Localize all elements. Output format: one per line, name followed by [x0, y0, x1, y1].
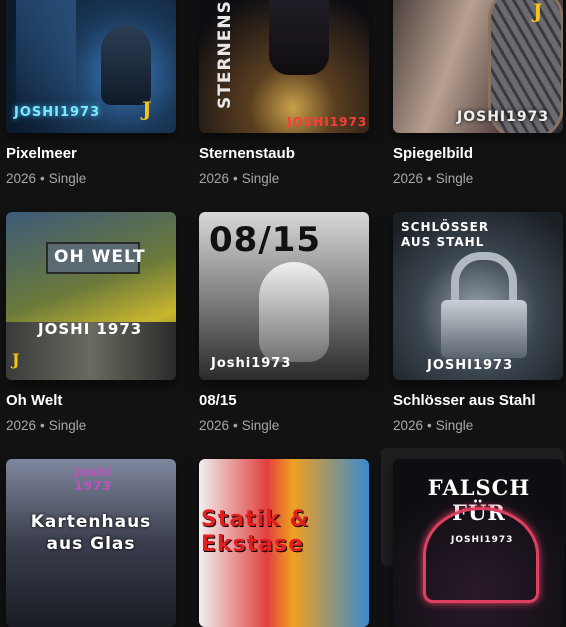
cover-art[interactable]: 08/15 Joshi1973	[199, 212, 369, 380]
meta-separator: •	[427, 418, 432, 433]
release-card-pixelmeer[interactable]: JOSHI1973 J Pixelmeer 2026 • Single	[0, 0, 183, 200]
release-type: Single	[48, 418, 87, 433]
release-title[interactable]: Oh Welt	[6, 392, 62, 409]
release-meta: 2026 • Single	[6, 418, 86, 433]
release-meta: 2026 • Single	[393, 418, 473, 433]
release-card-08-15[interactable]: 08/15 Joshi1973 08/15 2026 • Single	[193, 212, 376, 442]
cover-art[interactable]: Statik & Ekstase	[199, 459, 369, 627]
cover-artist-text: JOSHI1973	[427, 358, 514, 373]
release-card-falsch-fuer[interactable]: FALSCH FÜR JOSHI1973	[381, 448, 564, 627]
release-meta: 2026 • Single	[6, 171, 86, 186]
cover-art[interactable]: Joshi 1973 Kartenhaus aus Glas	[6, 459, 176, 627]
cover-art[interactable]: JOSHI1973 J	[6, 0, 176, 133]
meta-separator: •	[40, 418, 45, 433]
cover-title-text: SCHLÖSSER AUS STAHL	[401, 220, 490, 249]
release-type: Single	[241, 418, 280, 433]
release-card-schloesser-aus-stahl[interactable]: SCHLÖSSER AUS STAHL JOSHI1973 Schlösser …	[387, 212, 566, 442]
cover-art[interactable]: SCHLÖSSER AUS STAHL JOSHI1973	[393, 212, 563, 380]
cover-title-text: Kartenhaus aus Glas	[30, 512, 152, 554]
release-title[interactable]: Pixelmeer	[6, 145, 77, 162]
release-meta: 2026 • Single	[199, 171, 279, 186]
release-year: 2026	[6, 171, 37, 186]
artist-logo-icon: J	[142, 97, 152, 121]
release-title[interactable]: 08/15	[199, 392, 237, 409]
cover-title-text: Statik & Ekstase	[201, 507, 310, 557]
cover-artist-text: JOSHI1973	[451, 535, 514, 545]
artist-logo-icon: J	[533, 0, 543, 23]
release-year: 2026	[199, 171, 230, 186]
cover-artist-text: Joshi 1973	[74, 465, 112, 493]
cover-artist-text: JOSHI1973	[457, 109, 550, 125]
discography-grid: JOSHI1973 J Pixelmeer 2026 • Single STERNE…	[0, 0, 566, 627]
release-meta: 2026 • Single	[393, 171, 473, 186]
release-year: 2026	[393, 418, 424, 433]
cover-artist-text: JOSHI 1973	[38, 320, 143, 338]
release-year: 2026	[393, 171, 424, 186]
release-meta: 2026 • Single	[199, 418, 279, 433]
release-card-oh-welt[interactable]: OH WELT JOSHI 1973 J Oh Welt 2026 • Single	[0, 212, 183, 442]
release-card-sternenstaub[interactable]: STERNENSTA JOSHI1973 Sternenstaub 2026 • S…	[193, 0, 376, 200]
cover-art[interactable]: OH WELT JOSHI 1973 J	[6, 212, 176, 380]
release-card-spiegelbild[interactable]: JOSHI1973 J Spiegelbild 2026 • Single	[387, 0, 566, 200]
artist-logo-icon: J	[12, 350, 20, 369]
release-type: Single	[435, 418, 474, 433]
cover-artist-text: Joshi1973	[211, 356, 292, 371]
cover-artist-text: JOSHI1973	[287, 115, 368, 129]
meta-separator: •	[427, 171, 432, 186]
cover-art[interactable]: STERNENSTA JOSHI1973	[199, 0, 369, 133]
release-type: Single	[435, 171, 474, 186]
cover-art[interactable]: FALSCH FÜR JOSHI1973	[393, 459, 563, 627]
release-type: Single	[48, 171, 87, 186]
release-card-kartenhaus[interactable]: Joshi 1973 Kartenhaus aus Glas	[0, 448, 183, 627]
cover-title-text: STERNENSTA	[215, 0, 235, 109]
cover-art[interactable]: JOSHI1973 J	[393, 0, 563, 133]
release-card-statik[interactable]: Statik & Ekstase	[193, 448, 376, 627]
release-title[interactable]: Schlösser aus Stahl	[393, 392, 536, 409]
release-type: Single	[241, 171, 280, 186]
release-title[interactable]: Spiegelbild	[393, 145, 473, 162]
cover-title-text: OH WELT	[54, 247, 146, 267]
cover-artist-text: JOSHI1973	[14, 105, 101, 120]
release-year: 2026	[199, 418, 230, 433]
cover-title-text: 08/15	[209, 220, 322, 260]
meta-separator: •	[233, 171, 238, 186]
meta-separator: •	[40, 171, 45, 186]
release-title[interactable]: Sternenstaub	[199, 145, 295, 162]
meta-separator: •	[233, 418, 238, 433]
release-year: 2026	[6, 418, 37, 433]
